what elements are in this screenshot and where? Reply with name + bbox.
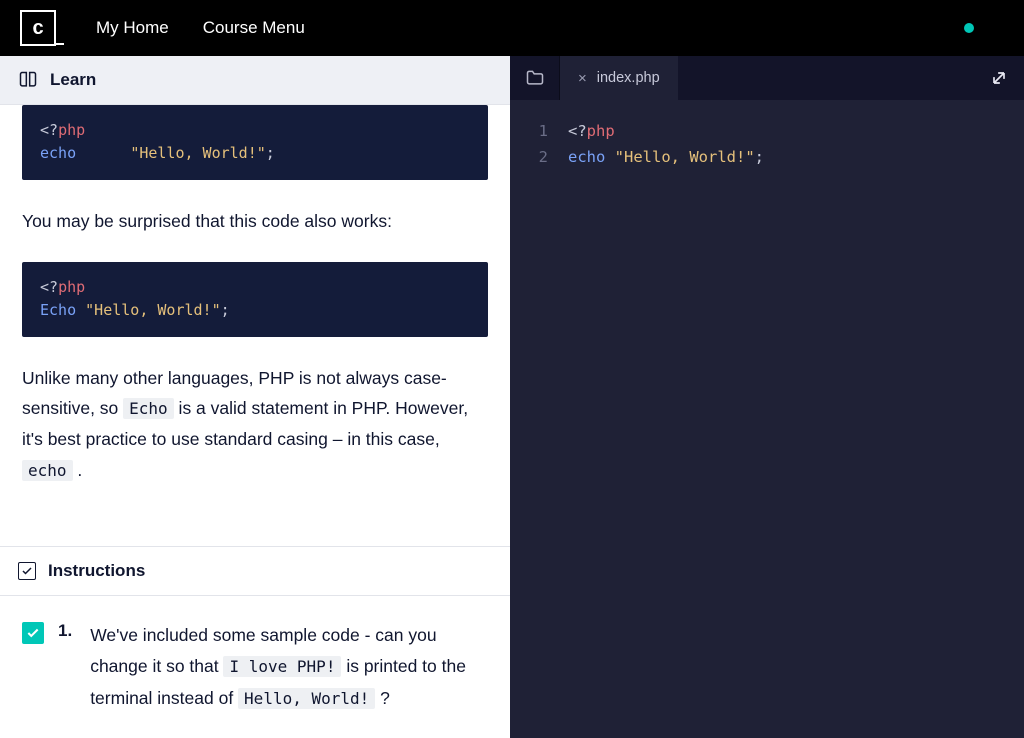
instructions-title: Instructions <box>48 561 145 581</box>
inline-code: echo <box>22 460 73 481</box>
folder-icon <box>525 68 545 88</box>
tab-filename: index.php <box>597 70 660 86</box>
nav-course-menu[interactable]: Course Menu <box>203 18 305 38</box>
top-nav: c My Home Course Menu <box>0 0 1024 56</box>
learn-header: Learn <box>0 56 510 105</box>
line-number: 2 <box>510 144 568 170</box>
editor-tab-active[interactable]: × index.php <box>560 56 678 100</box>
lesson-paragraph: Unlike many other languages, PHP is not … <box>22 363 488 486</box>
code-line: 1 <?php <box>510 118 1024 144</box>
learn-panel: Learn <?php echo "Hello, World!"; You ma… <box>0 56 510 738</box>
editor-tab-bar: × index.php <box>510 56 1024 100</box>
step-text: We've included some sample code - can yo… <box>90 620 488 715</box>
line-number: 1 <box>510 118 568 144</box>
code-editor[interactable]: 1 <?php 2 echo "Hello, World!"; <box>510 100 1024 738</box>
close-tab-icon[interactable]: × <box>578 70 587 87</box>
lesson-content[interactable]: <?php echo "Hello, World!"; You may be s… <box>0 105 510 546</box>
expand-icon <box>989 68 1009 88</box>
lesson-paragraph: You may be surprised that this code also… <box>22 206 488 237</box>
logo[interactable]: c <box>20 10 56 46</box>
inline-code: Echo <box>123 398 174 419</box>
nav-my-home[interactable]: My Home <box>96 18 169 38</box>
learn-title: Learn <box>50 70 96 90</box>
code-line: 2 echo "Hello, World!"; <box>510 144 1024 170</box>
checkbox-icon <box>18 562 36 580</box>
code-example-1: <?php echo "Hello, World!"; <box>22 105 488 180</box>
inline-code: I love PHP! <box>223 656 341 677</box>
code-editor-panel: × index.php 1 <?php 2 echo "Hello, World… <box>510 56 1024 738</box>
book-icon <box>18 70 38 90</box>
check-complete-icon <box>22 622 44 644</box>
instruction-step: 1. We've included some sample code - can… <box>0 596 510 738</box>
step-number: 1. <box>58 621 72 715</box>
logo-letter: c <box>32 18 43 38</box>
logo-underscore <box>54 43 64 46</box>
expand-button[interactable] <box>974 56 1024 100</box>
notification-indicator-icon[interactable] <box>964 23 974 33</box>
instructions-header: Instructions <box>0 546 510 596</box>
code-example-2: <?php Echo "Hello, World!"; <box>22 262 488 337</box>
file-browser-button[interactable] <box>510 56 560 100</box>
inline-code: Hello, World! <box>238 688 375 709</box>
